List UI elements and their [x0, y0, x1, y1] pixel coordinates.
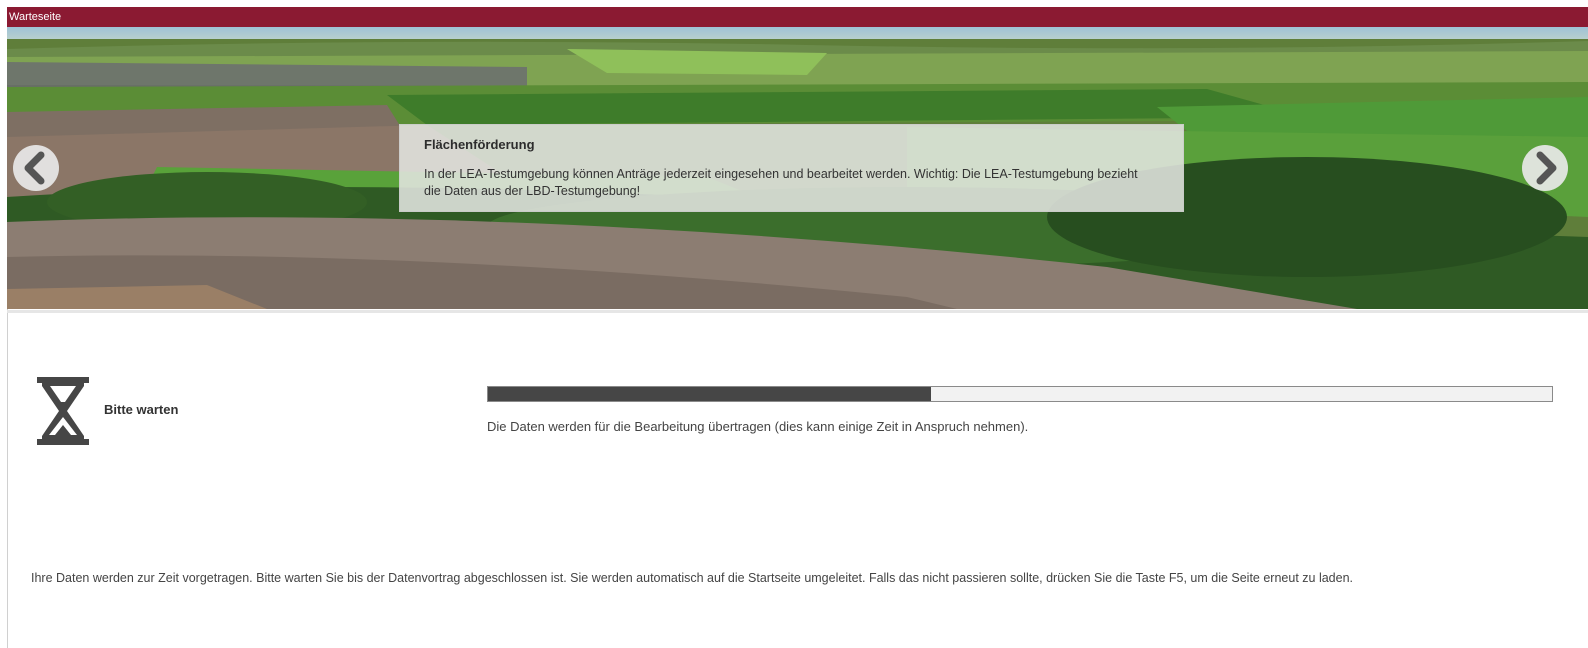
- hourglass-icon: [37, 377, 89, 445]
- info-text: Ihre Daten werden zur Zeit vorgetragen. …: [31, 571, 1354, 585]
- chevron-left-icon: [13, 145, 59, 191]
- progress-text: Die Daten werden für die Bearbeitung übe…: [487, 419, 1029, 434]
- slide-caption-text: In der LEA-Testumgebung können Anträge j…: [424, 167, 1138, 198]
- divider: [7, 310, 1588, 313]
- image-slider: Flächenförderung In der LEA-Testumgebung…: [7, 27, 1588, 309]
- wait-label: Bitte warten: [104, 402, 179, 417]
- chevron-right-icon: [1522, 145, 1568, 191]
- progress-bar: [487, 386, 1553, 402]
- slider-next-button[interactable]: [1521, 144, 1569, 192]
- slider-prev-button[interactable]: [12, 144, 60, 192]
- window-title: Warteseite: [9, 11, 62, 23]
- progress-bar-fill: [488, 387, 931, 401]
- slide-caption: Flächenförderung In der LEA-Testumgebung…: [399, 124, 1184, 212]
- slide-caption-title: Flächenförderung: [424, 137, 535, 152]
- title-bar: Warteseite: [7, 7, 1588, 27]
